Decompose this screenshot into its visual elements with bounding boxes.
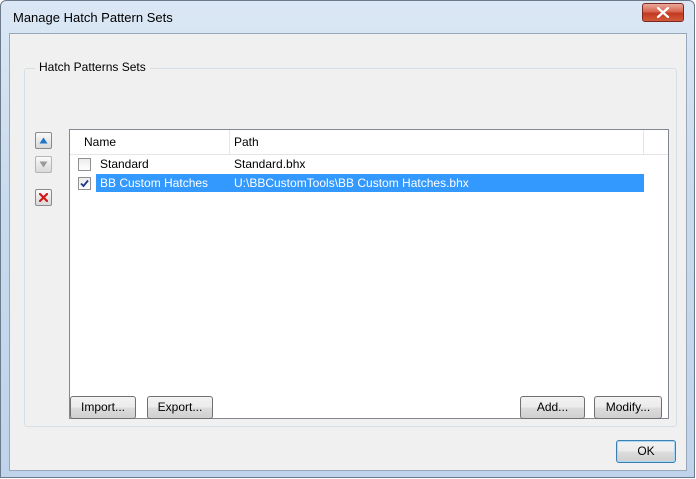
column-header-path[interactable]: Path (230, 130, 644, 154)
window-title: Manage Hatch Pattern Sets (13, 10, 173, 25)
dialog-window: Manage Hatch Pattern Sets Hatch Patterns… (0, 0, 695, 478)
move-up-button[interactable] (35, 132, 52, 149)
add-button[interactable]: Add... (520, 396, 585, 419)
column-header-name[interactable]: Name (80, 130, 230, 154)
hatch-pattern-sets-group: Hatch Patterns Sets Name Path Standard S… (24, 60, 677, 427)
delete-button[interactable] (35, 189, 52, 206)
close-icon (656, 7, 670, 18)
row-checkbox-standard[interactable] (78, 158, 91, 171)
pattern-sets-list[interactable]: Name Path Standard Standard.bhx BB Custo… (69, 129, 669, 419)
export-button[interactable]: Export... (147, 396, 213, 419)
header-spacer (70, 130, 80, 154)
title-bar[interactable]: Manage Hatch Pattern Sets (1, 1, 694, 33)
move-down-button[interactable] (35, 156, 52, 173)
move-up-icon (39, 137, 48, 144)
row-checkbox-bb-custom-hatches[interactable] (78, 177, 91, 190)
list-header: Name Path (70, 130, 668, 155)
row-name: BB Custom Hatches (100, 176, 209, 190)
group-label: Hatch Patterns Sets (35, 60, 150, 74)
move-down-icon (39, 161, 48, 168)
import-button[interactable]: Import... (70, 396, 136, 419)
ok-button[interactable]: OK (616, 440, 676, 463)
close-button[interactable] (642, 3, 684, 22)
checkmark-icon (80, 179, 89, 188)
row-name: Standard (100, 157, 149, 171)
row-path: U:\BBCustomTools\BB Custom Hatches.bhx (234, 176, 469, 190)
delete-icon (39, 193, 48, 202)
dialog-client: Hatch Patterns Sets Name Path Standard S… (9, 33, 687, 471)
modify-button[interactable]: Modify... (594, 396, 662, 419)
table-row-standard[interactable]: Standard Standard.bhx (70, 155, 644, 173)
row-path: Standard.bhx (234, 157, 306, 171)
table-row-bb-custom-hatches[interactable]: BB Custom Hatches U:\BBCustomTools\BB Cu… (96, 174, 644, 192)
